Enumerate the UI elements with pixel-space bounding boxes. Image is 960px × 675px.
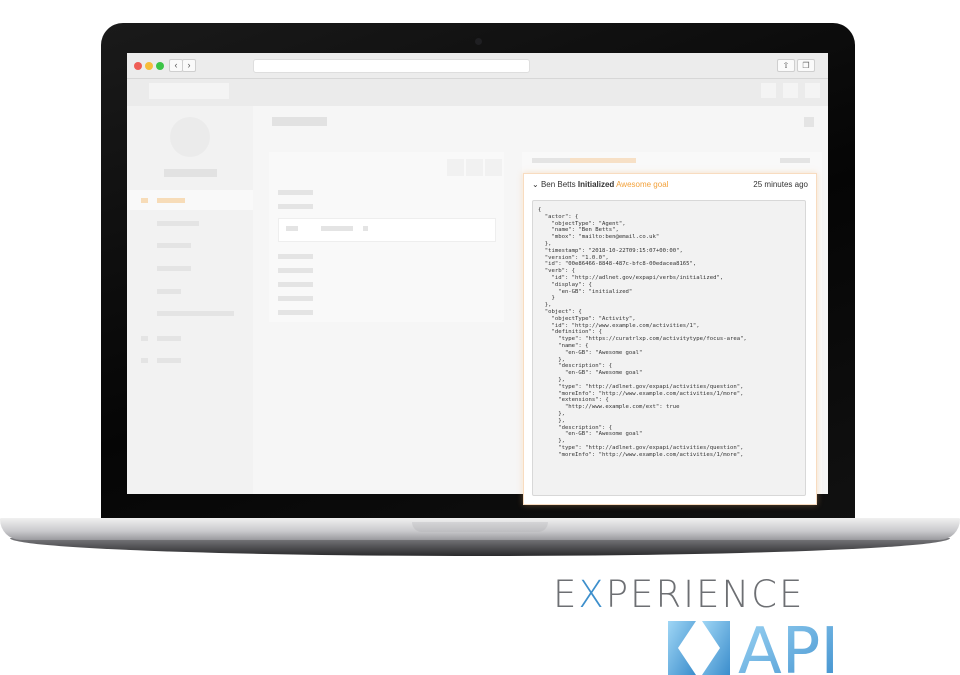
sidebar-subitem[interactable] — [157, 221, 199, 226]
avatar — [170, 117, 210, 157]
panel-button[interactable] — [466, 159, 483, 176]
header-button-1[interactable] — [761, 83, 776, 98]
statement-json: { "actor": { "objectType": "Agent", "nam… — [538, 207, 747, 458]
chevron-down-icon[interactable]: ⌄ — [532, 180, 539, 189]
filter-item[interactable] — [278, 204, 313, 209]
filter-item[interactable] — [278, 254, 313, 259]
back-button[interactable]: ‹ — [169, 59, 183, 72]
address-bar[interactable] — [253, 59, 530, 73]
filter-item[interactable] — [278, 296, 313, 301]
forward-button[interactable]: › — [182, 59, 196, 72]
statement-header[interactable]: ⌄ Ben Betts Initialized Awesome goal 25 … — [532, 179, 808, 191]
app-logo — [149, 83, 229, 99]
sidebar-item-icon — [141, 336, 148, 341]
panel-button[interactable] — [447, 159, 464, 176]
wordmark-x: X — [578, 573, 606, 616]
sidebar-item-icon — [141, 198, 148, 203]
wordmark-rest: PERIENCE — [605, 573, 805, 616]
sidebar-item[interactable] — [157, 358, 181, 363]
filter-item[interactable] — [278, 190, 313, 195]
filter-label — [286, 226, 298, 231]
filter-input[interactable] — [278, 218, 496, 242]
sidebar — [127, 106, 253, 494]
filter-item[interactable] — [278, 310, 313, 315]
statement-json-box: { "actor": { "objectType": "Agent", "nam… — [532, 200, 806, 496]
sidebar-subitem[interactable] — [157, 266, 191, 271]
filter-item[interactable] — [278, 268, 313, 273]
statement-time: 25 minutes ago — [753, 180, 808, 189]
statements-header-accent — [570, 158, 636, 163]
page-action[interactable] — [804, 117, 814, 127]
page-title — [272, 117, 327, 126]
filter-item[interactable] — [278, 282, 313, 287]
statements-header — [532, 158, 572, 163]
camera — [475, 38, 482, 45]
tabs-icon[interactable]: ❐ — [797, 59, 815, 72]
sidebar-subitem[interactable] — [157, 289, 181, 294]
app-header — [127, 79, 828, 106]
sidebar-subitem[interactable] — [157, 311, 234, 316]
sidebar-item[interactable] — [157, 336, 181, 341]
header-button-2[interactable] — [783, 83, 798, 98]
panel-button[interactable] — [485, 159, 502, 176]
api-logo: API — [668, 621, 839, 675]
sidebar-subitem[interactable] — [157, 243, 191, 248]
window-minimize-button[interactable] — [145, 62, 153, 70]
browser-toolbar: ‹ › ⇧ ❐ — [127, 53, 828, 79]
api-text: API — [738, 621, 839, 675]
header-button-3[interactable] — [805, 83, 820, 98]
user-name — [164, 169, 217, 177]
share-icon[interactable]: ⇧ — [777, 59, 795, 72]
statement-verb: Initialized — [577, 180, 615, 189]
sidebar-item-icon — [141, 358, 148, 363]
laptop-base-shadow — [10, 538, 950, 556]
sidebar-item-label — [157, 198, 185, 203]
api-bracket-shape — [702, 621, 730, 675]
filter-value — [321, 226, 353, 231]
statement-object: Awesome goal — [616, 180, 669, 189]
experience-wordmark: EXPERIENCE — [553, 575, 804, 615]
statements-header-right — [780, 158, 810, 163]
filter-icon — [363, 226, 368, 231]
window-close-button[interactable] — [134, 62, 142, 70]
laptop-notch — [412, 522, 548, 532]
wordmark-e: E — [553, 573, 579, 616]
window-maximize-button[interactable] — [156, 62, 164, 70]
statement-actor: Ben Betts — [540, 180, 576, 189]
api-bracket-shape — [668, 621, 696, 675]
